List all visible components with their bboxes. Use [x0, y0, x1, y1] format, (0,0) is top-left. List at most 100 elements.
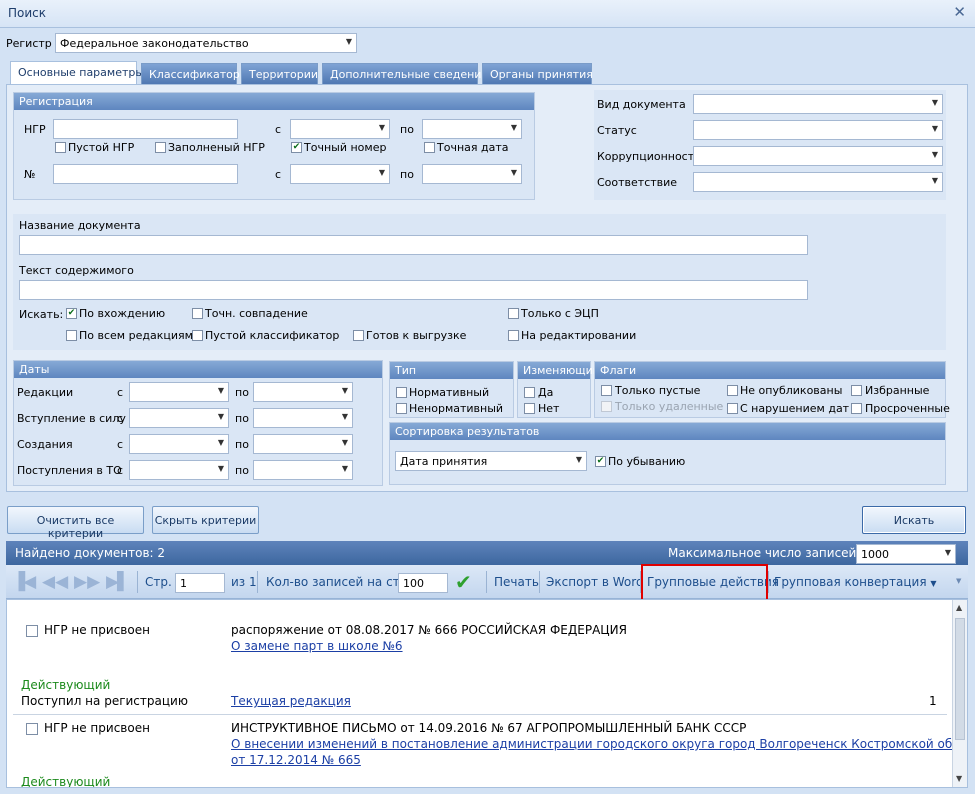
exact-number-checkbox[interactable]: ✔	[291, 142, 302, 153]
next-page-icon[interactable]: ▶▶	[74, 572, 100, 592]
filled-ngr-label: Заполненый НГР	[168, 141, 265, 154]
effective-to-select[interactable]: ▼	[253, 408, 353, 428]
scroll-thumb[interactable]	[955, 618, 965, 740]
tab-authorities[interactable]: Органы принятия	[482, 63, 593, 84]
ngr-to-select[interactable]: ▼	[422, 119, 522, 139]
created-from-select[interactable]: ▼	[129, 434, 229, 454]
ngr-label: НГР	[24, 123, 46, 136]
num-to-label: по	[400, 168, 414, 181]
per-page-input[interactable]: 100	[398, 573, 448, 593]
only-ecp-checkbox[interactable]	[508, 308, 519, 319]
close-icon[interactable]: ✕	[953, 3, 966, 21]
apply-check-icon[interactable]: ✔	[455, 570, 472, 594]
doc-type-select[interactable]: ▼	[693, 94, 943, 114]
conformity-select[interactable]: ▼	[693, 172, 943, 192]
on-editing-checkbox[interactable]	[508, 330, 519, 341]
search-button[interactable]: Искать	[862, 506, 966, 534]
filled-ngr-checkbox[interactable]	[155, 142, 166, 153]
result-link-continued[interactable]: от 17.12.2014 № 665	[231, 753, 361, 767]
sort-select[interactable]: Дата принятия ▼	[395, 451, 587, 471]
on-editing-label: На редактировании	[521, 329, 637, 342]
export-word-button[interactable]: Экспорт в Word	[546, 575, 644, 589]
result-status: Действующий	[21, 678, 111, 692]
exact-date-checkbox[interactable]	[424, 142, 435, 153]
effective-from-select[interactable]: ▼	[129, 408, 229, 428]
by-occurrence-label: По вхождению	[79, 307, 166, 320]
overdue-checkbox[interactable]	[851, 403, 862, 414]
ngr-from-select[interactable]: ▼	[290, 119, 390, 139]
tab-territories[interactable]: Территории	[241, 63, 318, 84]
not-published-checkbox[interactable]	[727, 385, 738, 396]
corruption-select[interactable]: ▼	[693, 146, 943, 166]
favorites-label: Избранные	[865, 384, 930, 397]
number-input[interactable]	[53, 164, 238, 184]
empty-ngr-checkbox[interactable]	[55, 142, 66, 153]
clear-criteria-button[interactable]: Очистить все критерии	[7, 506, 144, 540]
exact-match-label: Точн. совпадение	[205, 307, 308, 320]
ngr-input[interactable]	[53, 119, 238, 139]
ready-export-label: Готов к выгрузке	[366, 329, 467, 342]
group-convert-button[interactable]: Групповая конвертация ▼	[774, 575, 937, 589]
favorites-checkbox[interactable]	[851, 385, 862, 396]
separator	[137, 571, 138, 593]
result-link[interactable]: О замене парт в школе №6	[231, 639, 403, 653]
toolbar-overflow-icon[interactable]: ▼	[956, 577, 961, 585]
scrollbar[interactable]: ▲ ▼	[952, 600, 967, 787]
caret-down-icon: ▼	[930, 579, 937, 588]
edition-from-select[interactable]: ▼	[129, 382, 229, 402]
status-select[interactable]: ▼	[693, 120, 943, 140]
page-input[interactable]: 1	[175, 573, 225, 593]
result-checkbox[interactable]	[26, 723, 38, 735]
chevron-down-icon: ▼	[217, 386, 224, 395]
only-empty-checkbox[interactable]	[601, 385, 612, 396]
tab-classifier[interactable]: Классификатор	[141, 63, 240, 84]
date-to-label: по	[235, 464, 249, 477]
date-violation-label: С нарушением дат	[740, 402, 850, 415]
scroll-down-icon[interactable]: ▼	[956, 774, 962, 783]
tab-main-params[interactable]: Основные параметры	[10, 61, 144, 84]
last-page-icon[interactable]: ▶▌	[106, 572, 130, 592]
print-button[interactable]: Печать	[494, 575, 539, 589]
ready-export-checkbox[interactable]	[353, 330, 364, 341]
result-ngr: НГР не присвоен	[44, 623, 150, 637]
result-link[interactable]: О внесении изменений в постановление адм…	[231, 737, 967, 751]
date-violation-checkbox[interactable]	[727, 403, 738, 414]
received-from-select[interactable]: ▼	[129, 460, 229, 480]
num-from-select[interactable]: ▼	[290, 164, 390, 184]
descending-checkbox[interactable]: ✔	[595, 456, 606, 467]
result-checkbox[interactable]	[26, 625, 38, 637]
scroll-up-icon[interactable]: ▲	[956, 603, 962, 612]
by-occurrence-checkbox[interactable]: ✔	[66, 308, 77, 319]
first-page-icon[interactable]: ▐◀	[12, 572, 36, 592]
doc-name-input[interactable]	[19, 235, 808, 255]
exact-match-checkbox[interactable]	[192, 308, 203, 319]
chevron-down-icon: ▼	[341, 438, 348, 447]
status-label: Статус	[597, 124, 637, 137]
all-editions-checkbox[interactable]	[66, 330, 77, 341]
max-records-select[interactable]: 1000 ▼	[856, 544, 956, 564]
empty-classifier-checkbox[interactable]	[192, 330, 203, 341]
normative-checkbox[interactable]	[396, 387, 407, 398]
changing-no-checkbox[interactable]	[524, 403, 535, 414]
received-to-select[interactable]: ▼	[253, 460, 353, 480]
date-row-label: Вступление в силу	[17, 412, 126, 425]
chevron-down-icon: ▼	[378, 168, 385, 177]
tab-additional[interactable]: Дополнительные сведения	[322, 63, 488, 84]
non-normative-checkbox[interactable]	[396, 403, 407, 414]
corruption-label: Коррупционность	[597, 150, 701, 163]
register-value: Федеральное законодательство	[60, 37, 249, 50]
hide-criteria-button[interactable]: Скрыть критерии	[152, 506, 259, 534]
chevron-down-icon: ▼	[378, 123, 385, 132]
changing-yes-checkbox[interactable]	[524, 387, 535, 398]
prev-page-icon[interactable]: ◀◀	[42, 572, 68, 592]
num-to-select[interactable]: ▼	[422, 164, 522, 184]
date-from-label: с	[117, 464, 124, 477]
result-edition-link[interactable]: Текущая редакция	[231, 694, 351, 708]
flags-group-title: Флаги	[595, 362, 945, 379]
created-to-select[interactable]: ▼	[253, 434, 353, 454]
date-row-label: Поступления в ТО	[17, 464, 122, 477]
register-select[interactable]: Федеральное законодательство ▼	[55, 33, 357, 53]
chevron-down-icon: ▼	[510, 168, 517, 177]
edition-to-select[interactable]: ▼	[253, 382, 353, 402]
content-input[interactable]	[19, 280, 808, 300]
